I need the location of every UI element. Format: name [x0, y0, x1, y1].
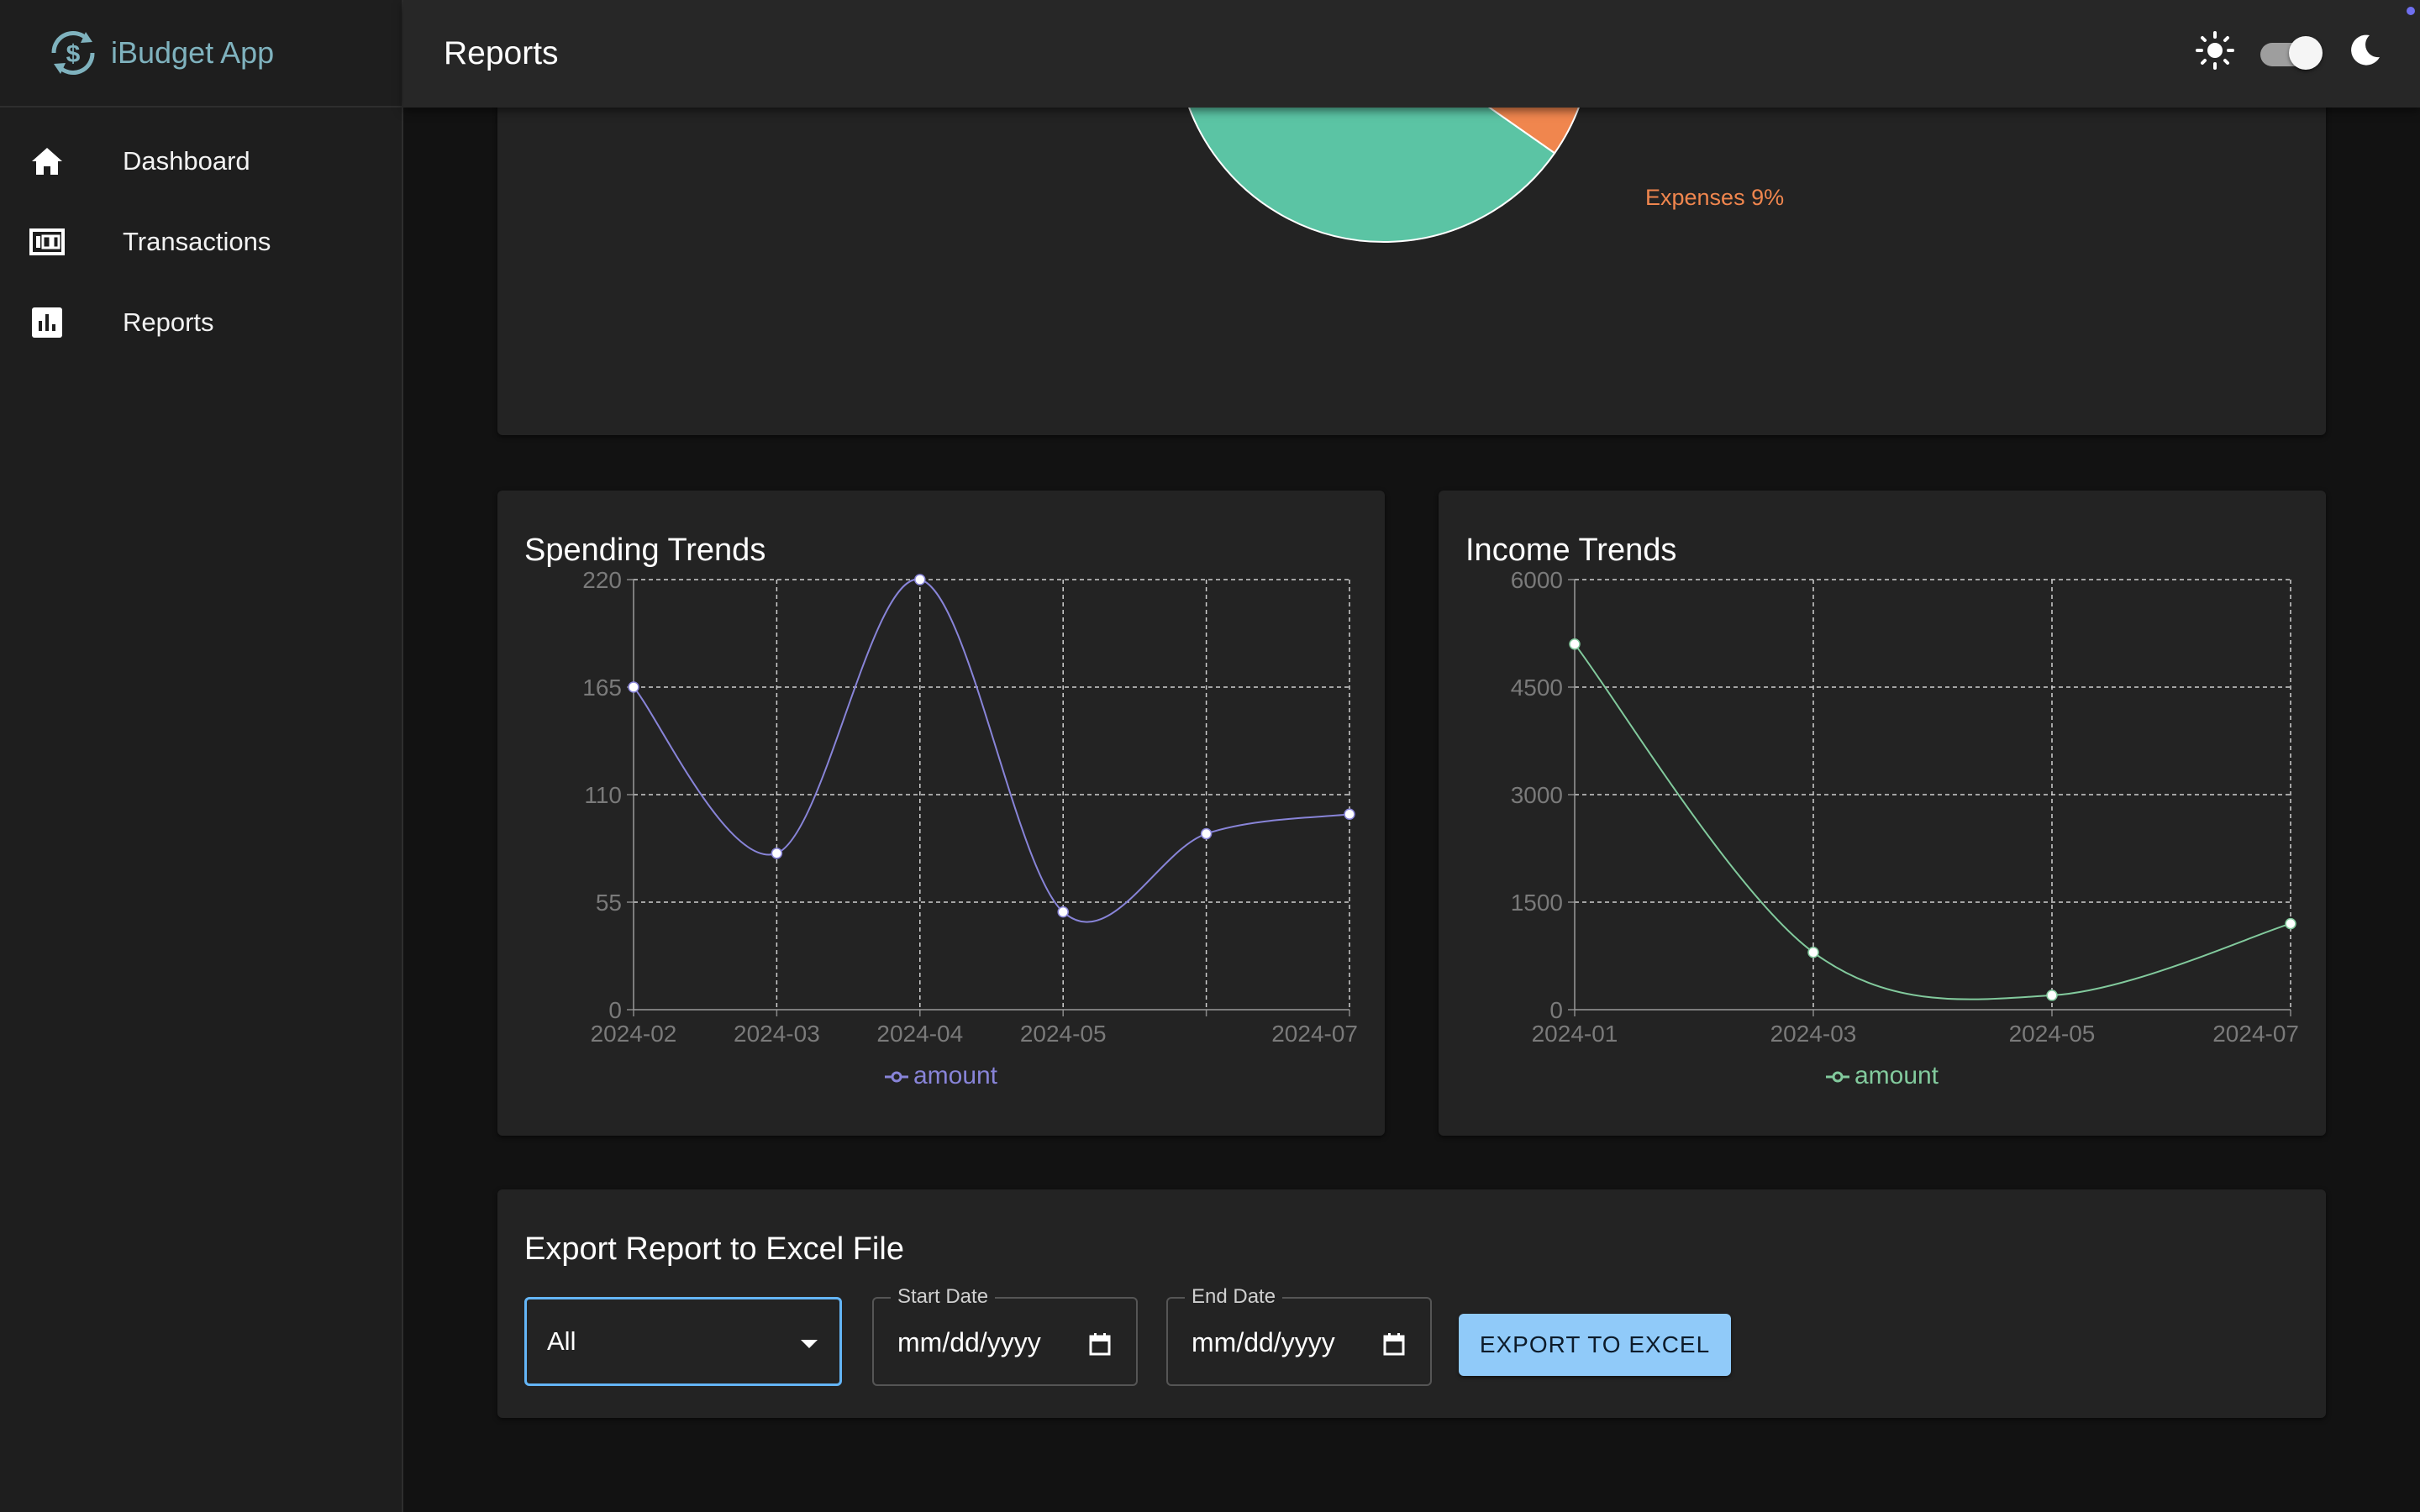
dropdown-arrow-icon	[801, 1340, 818, 1348]
x-tick-label: 2024-07	[2212, 1021, 2299, 1047]
income-trends-card: Income Trends 0 1500 3000 4500 6000 2024-01 20…	[1439, 491, 2326, 1136]
money-icon	[29, 223, 66, 260]
chart-grid	[627, 579, 1350, 1016]
series-line	[1574, 643, 2291, 1000]
y-tick-label: 6000	[1511, 567, 1563, 593]
data-point	[1057, 906, 1069, 918]
sidebar-item-label: Reports	[123, 307, 214, 337]
theme-controls	[2195, 30, 2383, 75]
x-tick-label: 2024-01	[1532, 1021, 1618, 1047]
x-tick-label: 2024-07	[1271, 1021, 1358, 1047]
chart-legend[interactable]: amount	[497, 1062, 1385, 1090]
data-point	[1807, 946, 1819, 958]
spending-line-chart: 0 55 110 165 220 2024-02 2024-03 2024-04 2024-05…	[582, 567, 1358, 1047]
chart-legend[interactable]: amount	[1439, 1062, 2326, 1090]
export-title: Export Report to Excel File	[524, 1231, 904, 1267]
y-tick-label: 110	[584, 782, 622, 808]
x-tick-label: 2024-03	[1770, 1021, 1857, 1047]
page-title: Reports	[444, 35, 559, 71]
y-tick-label: 3000	[1511, 782, 1563, 808]
sidebar-item-transactions[interactable]: Transactions	[0, 202, 402, 282]
data-point	[1200, 827, 1213, 840]
report-type-select[interactable]: All	[524, 1297, 842, 1386]
export-to-excel-button[interactable]: EXPORT TO EXCEL	[1459, 1314, 1731, 1376]
start-date-field[interactable]: Start Date mm/dd/yyyy	[872, 1285, 1138, 1386]
sun-icon[interactable]	[2195, 30, 2235, 75]
brand[interactable]: $ iBudget App	[0, 0, 402, 108]
x-tick-label: 2024-03	[734, 1021, 820, 1047]
sidebar-item-label: Transactions	[123, 227, 271, 256]
sidebar-item-dashboard[interactable]: Dashboard	[0, 121, 402, 202]
x-tick-label: 2024-02	[591, 1021, 677, 1047]
pie-label-expenses: Expenses 9%	[1645, 185, 1784, 210]
y-tick-label: 55	[596, 890, 622, 916]
chart-grid	[1568, 579, 2291, 1016]
bar-chart-icon	[29, 304, 66, 341]
legend-marker-icon	[1825, 1071, 1849, 1083]
data-point	[1569, 638, 1581, 650]
series-line	[633, 578, 1350, 923]
calendar-icon[interactable]	[1089, 1332, 1111, 1356]
y-tick-label: 1500	[1511, 890, 1563, 916]
svg-text:$: $	[66, 40, 81, 68]
data-point	[771, 848, 783, 859]
legend-marker-icon	[884, 1071, 908, 1083]
data-point	[628, 681, 639, 693]
top-app-bar: Reports	[403, 0, 2420, 108]
pie-chart: Expenses 9%	[1181, 84, 1784, 243]
data-point	[914, 574, 926, 585]
app-name: iBudget App	[111, 35, 275, 70]
end-date-value: mm/dd/yyyy	[1192, 1327, 1335, 1357]
sidebar: $ iBudget App Dashboard Transactions Rep…	[0, 0, 403, 1512]
status-dot	[2407, 7, 2415, 15]
x-tick-label: 2024-05	[1020, 1021, 1107, 1047]
spending-trends-card: Spending Trends 0 55 110 165 220 2024-02 2024-…	[497, 491, 1385, 1136]
data-point	[1344, 808, 1355, 821]
app-logo-icon: $	[51, 31, 95, 75]
calendar-icon[interactable]	[1383, 1332, 1405, 1356]
moon-icon[interactable]	[2346, 32, 2383, 73]
end-date-field[interactable]: End Date mm/dd/yyyy	[1166, 1285, 1432, 1386]
income-line-chart: 0 1500 3000 4500 6000 2024-01 2024-03 2024-05 20…	[1511, 567, 2299, 1047]
legend-label: amount	[1854, 1062, 1939, 1089]
home-icon	[29, 143, 66, 180]
start-date-label: Start Date	[891, 1285, 996, 1309]
y-tick-label: 220	[582, 567, 622, 593]
x-tick-label: 2024-04	[876, 1021, 963, 1047]
y-tick-label: 165	[582, 675, 622, 701]
data-point	[2285, 917, 2296, 930]
end-date-label: End Date	[1185, 1285, 1283, 1309]
sidebar-item-reports[interactable]: Reports	[0, 282, 402, 363]
start-date-value: mm/dd/yyyy	[897, 1327, 1041, 1357]
pie-chart-card: Expenses 9%	[497, 84, 2326, 435]
export-card: Export Report to Excel File All Start Da…	[497, 1189, 2326, 1418]
legend-label: amount	[913, 1062, 998, 1089]
dark-mode-toggle[interactable]	[2259, 35, 2323, 70]
data-point	[2046, 990, 2058, 1001]
x-tick-label: 2024-05	[2009, 1021, 2096, 1047]
toggle-thumb	[2289, 35, 2323, 70]
select-value: All	[547, 1326, 576, 1356]
sidebar-item-label: Dashboard	[123, 146, 250, 176]
y-tick-label: 4500	[1511, 675, 1563, 701]
y-tick-label: 0	[608, 997, 622, 1023]
y-tick-label: 0	[1549, 997, 1563, 1023]
